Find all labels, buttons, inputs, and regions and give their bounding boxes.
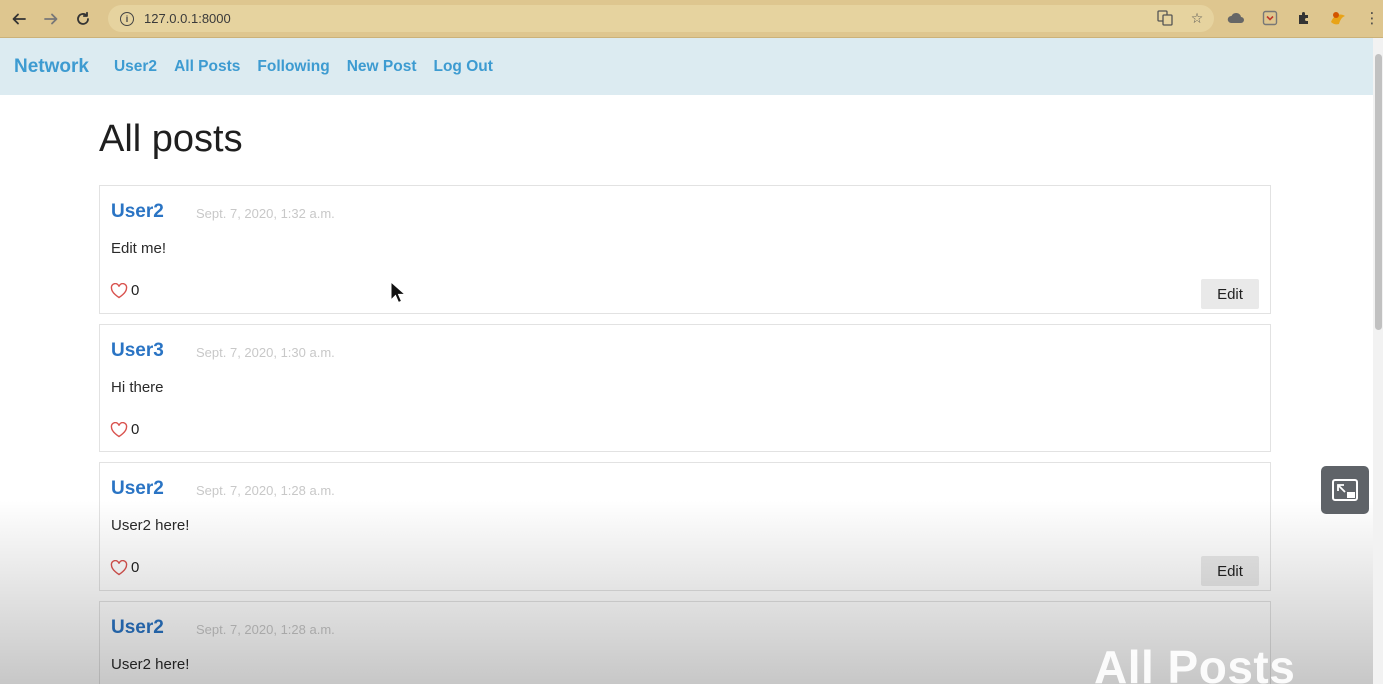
post-timestamp: Sept. 7, 2020, 1:28 a.m.	[196, 483, 335, 498]
puzzle-extensions-icon[interactable]	[1294, 7, 1314, 29]
heart-icon[interactable]	[110, 559, 128, 576]
translate-icon[interactable]	[1156, 9, 1174, 27]
post-likes: 0	[110, 282, 139, 299]
site-info-icon[interactable]: i	[120, 11, 134, 26]
nav-link-new-post[interactable]: New Post	[347, 58, 417, 76]
arrow-left-icon	[12, 13, 26, 24]
cloud-extension-icon[interactable]	[1226, 7, 1246, 29]
post-likes: 0	[110, 559, 139, 576]
edit-post-button[interactable]: Edit	[1201, 279, 1259, 309]
post-author-link[interactable]: User2	[111, 617, 164, 639]
back-button[interactable]	[6, 6, 32, 32]
page-title: All posts	[99, 118, 243, 160]
post-body: Edit me!	[111, 240, 167, 257]
post-timestamp: Sept. 7, 2020, 1:28 a.m.	[196, 622, 335, 637]
nav-link-log-out[interactable]: Log Out	[433, 58, 492, 76]
post-author-link[interactable]: User3	[111, 340, 164, 362]
scrollbar-thumb[interactable]	[1375, 54, 1382, 330]
like-count: 0	[131, 282, 140, 299]
browser-menu-icon[interactable]: ⋮	[1362, 7, 1382, 29]
reload-icon	[77, 11, 89, 25]
brand-link[interactable]: Network	[14, 56, 89, 78]
mouse-cursor-icon	[390, 281, 406, 304]
heart-icon[interactable]	[110, 421, 128, 438]
post-card: User2 Sept. 7, 2020, 1:32 a.m. Edit me! …	[99, 185, 1271, 314]
like-count: 0	[131, 559, 140, 576]
picture-in-picture-icon	[1332, 479, 1358, 501]
address-url[interactable]: 127.0.0.1:8000	[144, 11, 231, 26]
heart-icon[interactable]	[110, 282, 128, 299]
browser-toolbar: i 127.0.0.1:8000 ☆ ⋮	[0, 0, 1383, 38]
app-navbar: Network User2 All Posts Following New Po…	[0, 38, 1373, 95]
page-scrollbar[interactable]	[1373, 38, 1383, 684]
arrow-right-icon	[44, 13, 58, 24]
address-bar[interactable]: i 127.0.0.1:8000 ☆	[108, 5, 1214, 32]
nav-link-profile[interactable]: User2	[114, 58, 157, 76]
like-count: 0	[131, 421, 140, 438]
reload-button[interactable]	[70, 6, 96, 32]
post-body: User2 here!	[111, 656, 190, 673]
post-card: User3 Sept. 7, 2020, 1:30 a.m. Hi there …	[99, 324, 1271, 452]
pocket-extension-icon[interactable]	[1260, 7, 1280, 29]
post-timestamp: Sept. 7, 2020, 1:30 a.m.	[196, 345, 335, 360]
picture-in-picture-button[interactable]	[1321, 466, 1369, 514]
post-body: User2 here!	[111, 517, 190, 534]
edit-post-button[interactable]: Edit	[1201, 556, 1259, 586]
bookmark-star-icon[interactable]: ☆	[1188, 9, 1206, 27]
post-body: Hi there	[111, 379, 164, 396]
post-likes: 0	[110, 421, 139, 438]
video-caption-watermark: All Posts	[1094, 641, 1296, 684]
forward-button[interactable]	[38, 6, 64, 32]
profile-avatar-icon[interactable]	[1328, 7, 1348, 29]
post-author-link[interactable]: User2	[111, 478, 164, 500]
post-timestamp: Sept. 7, 2020, 1:32 a.m.	[196, 206, 335, 221]
nav-link-all-posts[interactable]: All Posts	[174, 58, 240, 76]
nav-link-following[interactable]: Following	[257, 58, 329, 76]
post-card: User2 Sept. 7, 2020, 1:28 a.m. User2 her…	[99, 462, 1271, 591]
post-author-link[interactable]: User2	[111, 201, 164, 223]
